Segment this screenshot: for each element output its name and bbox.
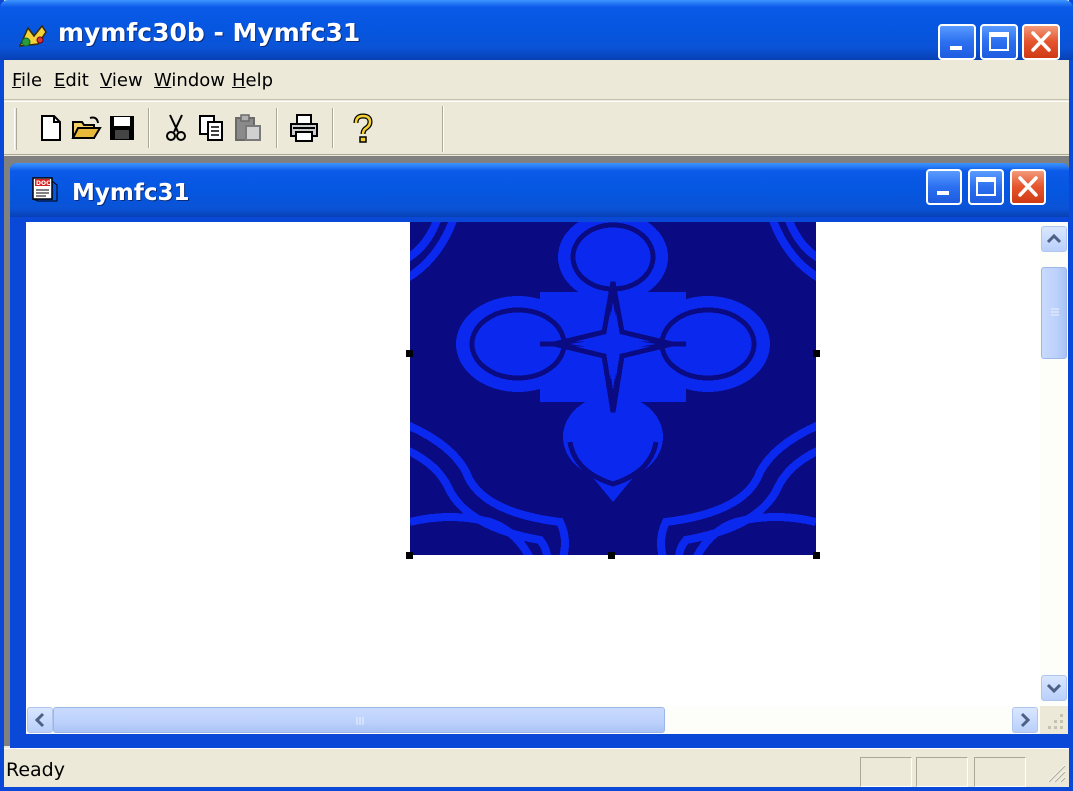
menu-file[interactable]: File [12, 70, 42, 91]
status-pane [860, 757, 912, 787]
size-grip-corner[interactable] [1040, 706, 1068, 734]
status-text: Ready [6, 759, 65, 781]
toolbar-grip[interactable] [14, 108, 17, 150]
scroll-right-button[interactable] [1012, 707, 1038, 733]
document-maximize-button[interactable] [968, 169, 1004, 205]
horizontal-scrollbar[interactable] [26, 706, 1040, 734]
save-icon[interactable] [106, 112, 138, 144]
resize-grip-icon[interactable] [1044, 761, 1066, 783]
grip-icon [356, 717, 364, 725]
menu-window[interactable]: Window [154, 70, 225, 91]
tile-pattern-image [410, 222, 816, 555]
document-title-bar[interactable]: DOC Mymfc31 [10, 163, 1069, 217]
copy-icon[interactable] [196, 112, 228, 144]
grip-icon [1051, 308, 1059, 316]
resize-handle[interactable] [406, 552, 413, 559]
menu-view[interactable]: View [100, 70, 143, 91]
minimize-icon [937, 191, 949, 195]
help-icon[interactable] [346, 112, 378, 144]
resize-handle[interactable] [608, 552, 615, 559]
toolbar-separator [148, 108, 150, 148]
toolbar [4, 101, 1069, 155]
document-window: DOC Mymfc31 [10, 163, 1069, 748]
menu-bar: File Edit View Window Help [4, 60, 1069, 100]
toolbar-end [442, 106, 444, 152]
chevron-left-icon [34, 712, 45, 728]
paste-icon[interactable] [232, 112, 264, 144]
menu-edit[interactable]: Edit [54, 70, 89, 91]
bitmap-object[interactable] [410, 222, 816, 555]
vertical-scroll-thumb[interactable] [1041, 267, 1067, 359]
close-button[interactable] [1022, 24, 1060, 60]
document-minimize-button[interactable] [926, 169, 962, 205]
vertical-scrollbar[interactable] [1040, 222, 1068, 706]
minimize-icon [950, 46, 962, 50]
chevron-right-icon [1020, 712, 1031, 728]
open-icon[interactable] [70, 112, 102, 144]
scroll-up-button[interactable] [1041, 226, 1067, 252]
status-pane [974, 757, 1026, 787]
document-close-button[interactable] [1010, 169, 1046, 205]
document-title: Mymfc31 [72, 180, 190, 206]
document-icon[interactable]: DOC [30, 173, 60, 203]
maximize-icon [989, 32, 1009, 51]
close-icon [1018, 176, 1038, 197]
toolbar-separator [332, 108, 334, 148]
resize-handle[interactable] [406, 350, 413, 357]
close-icon [1031, 31, 1051, 52]
app-title-bar[interactable]: mymfc30b - Mymfc31 [0, 0, 1073, 60]
maximize-button[interactable] [980, 24, 1018, 60]
app-icon[interactable] [16, 22, 50, 50]
resize-handle[interactable] [813, 350, 820, 357]
toolbar-separator [276, 108, 278, 148]
horizontal-scroll-thumb[interactable] [53, 707, 665, 733]
svg-text:DOC: DOC [36, 180, 51, 187]
status-bar: Ready [4, 748, 1069, 787]
scroll-down-button[interactable] [1041, 675, 1067, 701]
new-icon[interactable] [34, 112, 66, 144]
app-title: mymfc30b - Mymfc31 [58, 18, 361, 47]
resize-handle[interactable] [813, 552, 820, 559]
chevron-up-icon [1046, 233, 1062, 244]
status-pane [916, 757, 968, 787]
menu-help[interactable]: Help [232, 70, 273, 91]
print-icon[interactable] [288, 112, 320, 144]
resize-grip-icon [1048, 714, 1063, 729]
document-view[interactable] [26, 222, 1040, 706]
chevron-down-icon [1046, 683, 1062, 694]
maximize-icon [976, 177, 996, 196]
minimize-button[interactable] [938, 24, 976, 60]
scroll-left-button[interactable] [27, 707, 53, 733]
cut-icon[interactable] [160, 112, 192, 144]
